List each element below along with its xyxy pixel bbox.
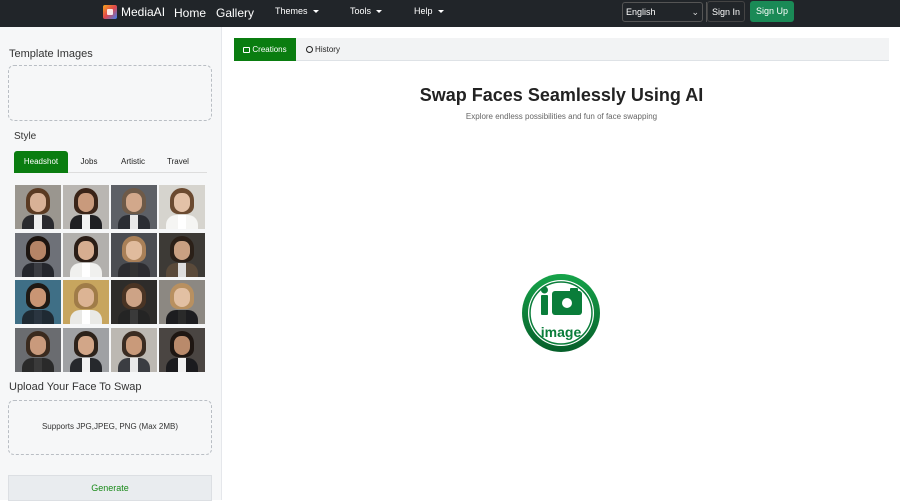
tab-history[interactable]: History <box>300 38 346 61</box>
tab-creations[interactable]: Creations <box>234 38 296 61</box>
logo-icon[interactable] <box>103 5 117 19</box>
template-thumbnail[interactable] <box>111 328 157 372</box>
sidebar: Template Images Style Headshot Jobs Arti… <box>0 27 222 501</box>
nav-home-link[interactable]: Home <box>174 6 206 20</box>
nav-tools-dropdown[interactable]: Tools <box>350 6 383 16</box>
themes-label: Themes <box>275 6 308 16</box>
caret-down-icon <box>376 10 383 14</box>
template-thumbnail[interactable] <box>159 233 205 277</box>
generate-button[interactable]: Generate <box>8 475 212 501</box>
template-images-title: Template Images <box>9 48 93 60</box>
template-thumbnail[interactable] <box>159 328 205 372</box>
nav-help-dropdown[interactable]: Help <box>414 6 444 16</box>
sign-in-button[interactable]: Sign In <box>707 1 745 22</box>
placeholder-label: image <box>541 324 582 340</box>
template-thumbnail[interactable] <box>111 185 157 229</box>
help-label: Help <box>414 6 433 16</box>
chevron-down-icon: ⌄ <box>691 7 699 17</box>
style-tab-artistic[interactable]: Artistic <box>112 151 154 173</box>
clock-icon <box>306 46 314 53</box>
template-thumbnail[interactable] <box>15 233 61 277</box>
template-thumbnail[interactable] <box>15 280 61 324</box>
template-thumbnail[interactable] <box>63 233 109 277</box>
style-tab-jobs[interactable]: Jobs <box>72 151 106 173</box>
template-thumbnail[interactable] <box>111 233 157 277</box>
top-navbar: MediaAI Home Gallery Themes Tools Help E… <box>0 0 900 27</box>
template-images-dropzone[interactable] <box>8 65 212 121</box>
folder-icon <box>243 47 251 53</box>
main-tabs: Creations History <box>234 38 889 61</box>
tab-history-label: History <box>315 45 340 54</box>
caret-down-icon <box>312 10 319 14</box>
template-thumbnail[interactable] <box>15 328 61 372</box>
upload-title: Upload Your Face To Swap <box>9 381 142 393</box>
style-title: Style <box>14 131 37 142</box>
page-subtitle: Explore endless possibilities and fun of… <box>465 112 658 121</box>
tools-label: Tools <box>350 6 372 16</box>
page-title: Swap Faces Seamlessly Using AI <box>419 85 704 105</box>
template-thumbnail[interactable] <box>63 185 109 229</box>
nav-gallery-link[interactable]: Gallery <box>216 6 254 20</box>
template-grid <box>15 185 206 372</box>
brand-name[interactable]: MediaAI <box>121 5 165 19</box>
style-tabs: Headshot Jobs Artistic Travel <box>14 151 207 173</box>
sign-up-button[interactable]: Sign Up <box>750 1 794 22</box>
upload-hint: Supports JPG,JPEG, PNG (Max 2MB) <box>41 422 179 431</box>
caret-down-icon <box>437 10 444 14</box>
style-tab-travel[interactable]: Travel <box>160 151 196 173</box>
language-select[interactable]: English ⌄ <box>622 2 703 22</box>
language-value: English <box>626 7 656 17</box>
nav-themes-dropdown[interactable]: Themes <box>275 6 319 16</box>
template-thumbnail[interactable] <box>63 280 109 324</box>
template-thumbnail[interactable] <box>15 185 61 229</box>
template-thumbnail[interactable] <box>63 328 109 372</box>
template-thumbnail[interactable] <box>159 280 205 324</box>
style-tab-headshot[interactable]: Headshot <box>14 151 68 173</box>
image-placeholder-icon: image <box>522 274 600 352</box>
tab-creations-label: Creations <box>252 45 287 54</box>
template-thumbnail[interactable] <box>111 280 157 324</box>
face-upload-dropzone[interactable]: Supports JPG,JPEG, PNG (Max 2MB) <box>8 400 212 455</box>
template-thumbnail[interactable] <box>159 185 205 229</box>
